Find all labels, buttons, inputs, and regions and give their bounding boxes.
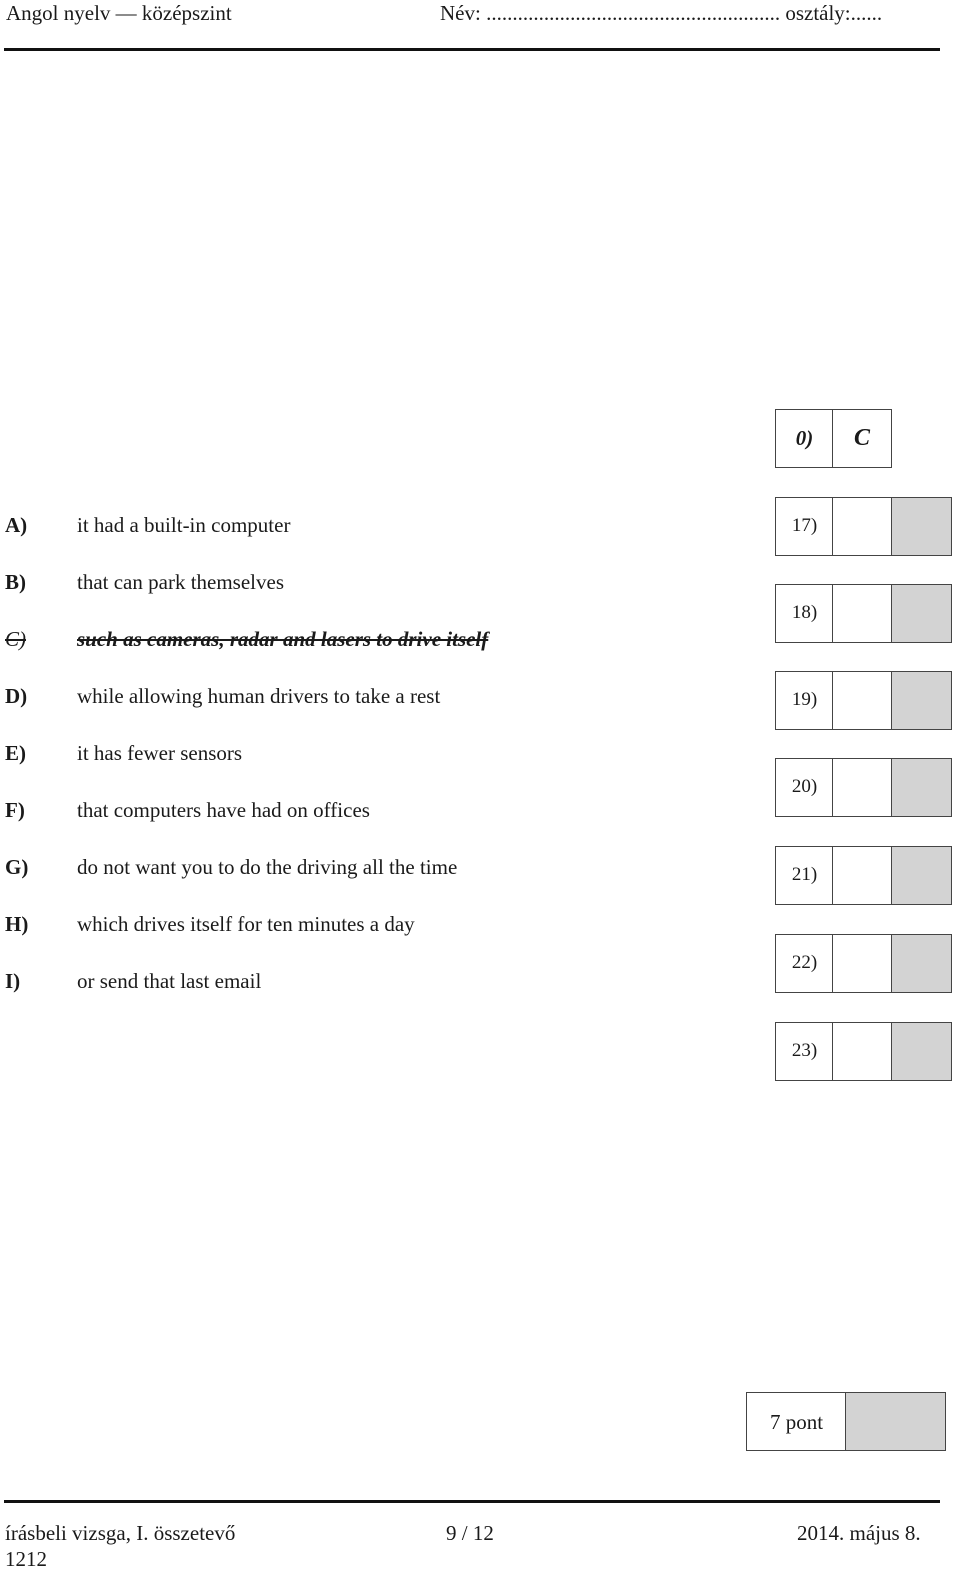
- option-text: that computers have had on offices: [77, 798, 370, 822]
- answer-input[interactable]: [832, 497, 893, 556]
- header-subject: Angol nyelv — középszint: [6, 1, 232, 25]
- option-text: it had a built-in computer: [77, 513, 291, 537]
- answer-number: 19): [775, 671, 834, 730]
- footer-date: 2014. május 8.: [797, 1521, 921, 1545]
- header-name-field: Név: ...................................…: [440, 1, 883, 25]
- answer-number: 20): [775, 758, 834, 817]
- answer-input[interactable]: [832, 846, 893, 905]
- answer-input[interactable]: [832, 934, 893, 993]
- answer-input[interactable]: [832, 758, 893, 817]
- answer-number: 21): [775, 846, 834, 905]
- option-letter: B): [5, 570, 26, 594]
- grader-box: [891, 671, 952, 730]
- answer-input[interactable]: [832, 584, 893, 643]
- option-text: that can park themselves: [77, 570, 285, 594]
- grader-box: [891, 846, 952, 905]
- answer-number: 23): [775, 1022, 834, 1081]
- option-text: it has fewer sensors: [77, 741, 243, 765]
- footer-exam-part: írásbeli vizsga, I. összetevő: [5, 1521, 236, 1545]
- answer-input[interactable]: [832, 671, 893, 730]
- option-text: such as cameras, radar and lasers to dri…: [77, 627, 489, 651]
- option-letter: A): [5, 513, 28, 537]
- answer-row-20: 20): [775, 758, 952, 817]
- answer-row-19: 19): [775, 671, 952, 730]
- option-letter: G): [5, 855, 29, 879]
- footer-divider: [4, 1500, 940, 1503]
- grader-box: [891, 1022, 952, 1081]
- header-divider: [4, 48, 940, 51]
- option-text: while allowing human drivers to take a r…: [77, 684, 441, 708]
- footer-page-number: 9 / 12: [446, 1521, 494, 1545]
- option-text: which drives itself for ten minutes a da…: [77, 912, 415, 936]
- score-label: 7 pont: [746, 1392, 847, 1451]
- option-letter: F): [5, 798, 25, 822]
- answer-number: 17): [775, 497, 834, 556]
- answer-input[interactable]: [832, 1022, 893, 1081]
- option-text: do not want you to do the driving all th…: [77, 855, 458, 879]
- option-letter: E): [5, 741, 26, 765]
- option-text: or send that last email: [77, 969, 262, 993]
- grader-box: [891, 584, 952, 643]
- answer-number: 22): [775, 934, 834, 993]
- footer-code: 1212: [5, 1547, 47, 1571]
- answer-row-23: 23): [775, 1022, 952, 1081]
- example-number: 0): [775, 409, 834, 468]
- option-letter: D): [5, 684, 28, 708]
- option-letter: I): [5, 969, 21, 993]
- answer-row-21: 21): [775, 846, 952, 905]
- option-letter: H): [5, 912, 29, 936]
- grader-box: [891, 497, 952, 556]
- score-grader-box: [845, 1392, 946, 1451]
- score-box: 7 pont: [746, 1392, 946, 1451]
- grader-box: [891, 758, 952, 817]
- example-answer: C: [832, 409, 892, 468]
- option-letter: C): [5, 627, 26, 651]
- answer-row-17: 17): [775, 497, 952, 556]
- answer-number: 18): [775, 584, 834, 643]
- grader-box: [891, 934, 952, 993]
- answer-row-22: 22): [775, 934, 952, 993]
- answer-row-18: 18): [775, 584, 952, 643]
